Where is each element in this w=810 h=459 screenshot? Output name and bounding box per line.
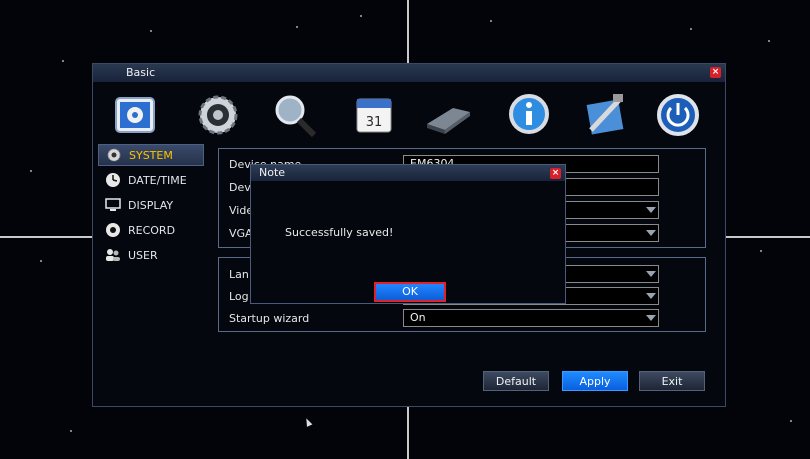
default-button[interactable]: Default [483,371,549,391]
settings-gear-icon[interactable] [193,90,243,140]
tools-icon[interactable] [579,90,629,140]
background-star [150,30,152,32]
background-star [70,430,72,432]
startup-wizard-value: On [410,311,426,324]
calendar-icon[interactable]: 31 [349,90,399,140]
device-id-label: Dev [229,181,251,194]
background-star [30,170,32,172]
record-icon [104,221,122,239]
window-close-icon[interactable]: × [710,67,721,78]
apply-button[interactable]: Apply [562,371,628,391]
background-star [296,26,298,28]
hard-disk-icon[interactable] [423,90,473,140]
sidebar-item-user[interactable]: USER [98,244,204,266]
power-icon[interactable] [653,90,703,140]
chevron-down-icon [646,230,656,236]
monitor-icon [104,196,122,214]
clock-icon [104,171,122,189]
note-dialog: Note × Successfully saved! OK [250,164,566,304]
window-title-bar: Basic × [93,64,725,82]
chevron-down-icon [646,293,656,299]
sidebar-item-date-time[interactable]: DATE/TIME [98,169,204,191]
sidebar-item-system[interactable]: SYSTEM [98,144,204,166]
chevron-down-icon [646,315,656,321]
exit-button[interactable]: Exit [639,371,705,391]
note-title: Note [259,166,286,179]
background-star [360,15,362,17]
system-settings-icon[interactable] [110,90,160,140]
sidebar-item-label: DATE/TIME [128,173,187,187]
info-icon[interactable] [504,90,554,140]
sidebar-item-record[interactable]: RECORD [98,219,204,241]
background-star [490,20,492,22]
language-label: Lan [229,268,249,281]
background-star [768,40,770,42]
gear-icon [105,146,123,164]
background-star [790,420,792,422]
ok-button[interactable]: OK [374,282,446,302]
window-title: Basic [126,66,156,79]
startup-wizard-select[interactable]: On [403,309,659,327]
background-star [40,260,42,262]
sidebar: SYSTEM DATE/TIME DISPLAY RECORD USER [98,144,208,269]
mouse-cursor-icon [303,417,313,427]
main-toolbar: 31 [93,82,725,150]
sidebar-item-display[interactable]: DISPLAY [98,194,204,216]
search-magnifier-icon[interactable] [269,90,319,140]
background-star [760,250,762,252]
sidebar-item-label: SYSTEM [129,148,173,162]
users-icon [104,246,122,264]
startup-wizard-label: Startup wizard [229,312,310,325]
background-star [62,60,64,62]
chevron-down-icon [646,271,656,277]
svg-text:31: 31 [366,115,383,130]
sidebar-item-label: DISPLAY [128,198,174,212]
note-message: Successfully saved! [285,226,394,239]
note-close-icon[interactable]: × [550,168,561,179]
sidebar-item-label: USER [128,248,158,262]
background-star [690,28,692,30]
note-title-bar: Note × [251,165,565,181]
chevron-down-icon [646,207,656,213]
logout-label: Log [229,290,249,303]
sidebar-item-label: RECORD [128,223,176,237]
